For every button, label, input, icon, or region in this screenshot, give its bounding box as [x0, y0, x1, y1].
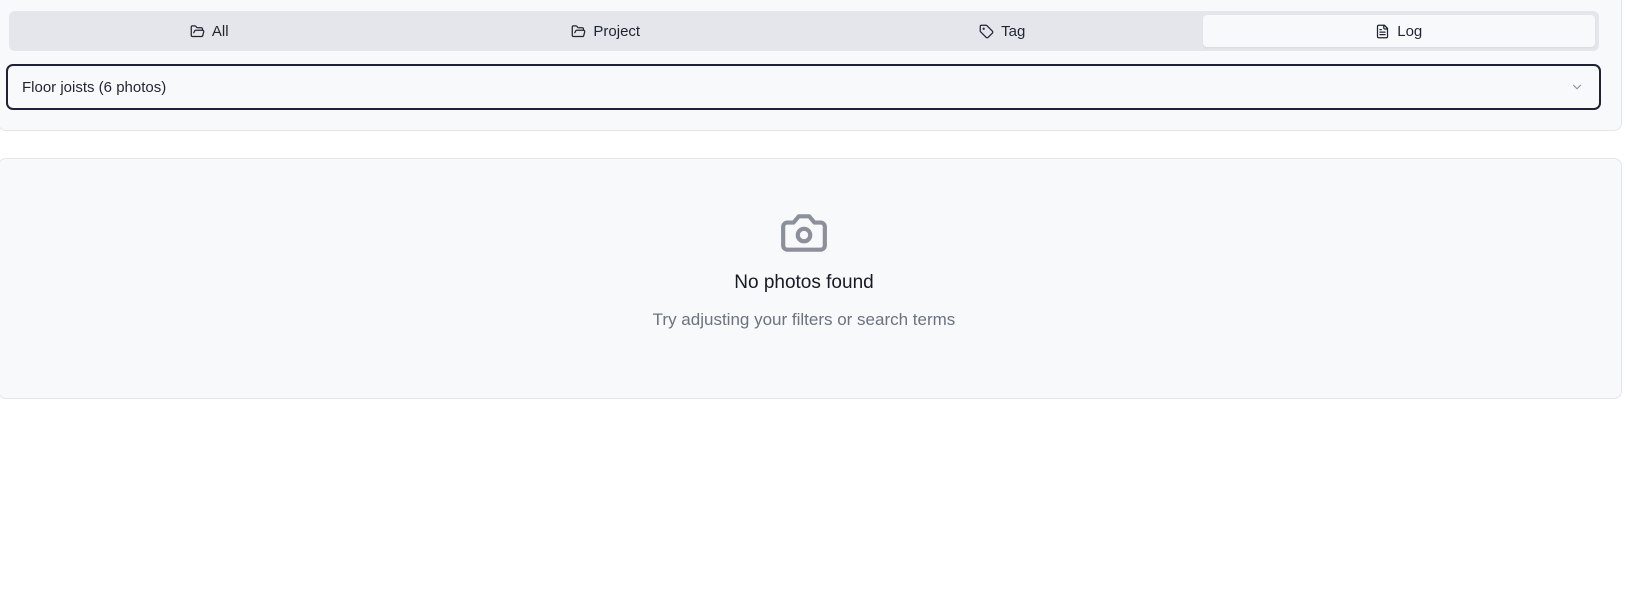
empty-state-message: Try adjusting your filters or search ter…: [652, 310, 956, 329]
chevron-down-icon: [1570, 80, 1584, 94]
log-select-value: Floor joists (6 photos): [22, 78, 167, 96]
tab-log[interactable]: Log: [1202, 15, 1595, 47]
tab-label: Log: [1397, 22, 1423, 40]
folder-open-icon: [190, 24, 205, 39]
tab-project[interactable]: Project: [410, 15, 803, 47]
log-select[interactable]: Floor joists (6 photos): [6, 64, 1601, 110]
empty-state-title: No photos found: [734, 272, 874, 293]
tab-label: Tag: [1001, 22, 1026, 40]
tag-icon: [979, 24, 994, 39]
tab-all[interactable]: All: [13, 15, 406, 47]
filter-panel: All Project Tag Log Floor joists (6 phot…: [0, 0, 1622, 131]
file-text-icon: [1375, 24, 1390, 39]
tab-tag[interactable]: Tag: [806, 15, 1199, 47]
camera-icon: [779, 210, 829, 256]
tab-label: Project: [593, 22, 641, 40]
folder-open-icon: [571, 24, 586, 39]
view-mode-tabs: All Project Tag Log: [9, 11, 1599, 51]
tab-label: All: [211, 22, 229, 40]
